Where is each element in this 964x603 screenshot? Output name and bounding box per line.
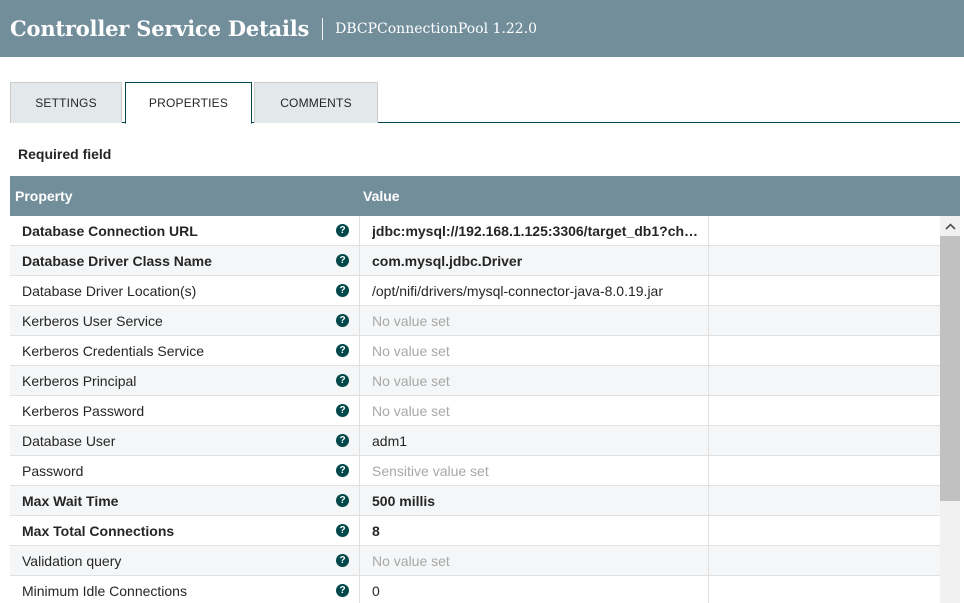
column-header-property[interactable]: Property xyxy=(15,188,73,204)
tab-comments[interactable]: COMMENTS xyxy=(254,82,378,123)
column-divider xyxy=(708,546,709,576)
property-value[interactable]: jdbc:mysql://192.168.1.125:3306/target_d… xyxy=(372,223,702,239)
property-name: Database Driver Class Name xyxy=(22,253,212,269)
property-name: Database User xyxy=(22,433,116,449)
service-type-label: DBCPConnectionPool 1.22.0 xyxy=(335,20,538,37)
property-value[interactable]: No value set xyxy=(372,313,702,329)
property-name: Minimum Idle Connections xyxy=(22,583,187,599)
column-divider xyxy=(708,366,709,396)
dialog-header: Controller Service Details DBCPConnectio… xyxy=(0,0,964,57)
properties-table: Property Value Database Connection URL? j… xyxy=(10,176,960,603)
property-value[interactable]: /opt/nifi/drivers/mysql-connector-java-8… xyxy=(372,283,702,299)
column-divider xyxy=(359,366,360,396)
property-value[interactable]: No value set xyxy=(372,343,702,359)
property-value[interactable]: 8 xyxy=(372,523,702,539)
property-name: Kerberos User Service xyxy=(22,313,163,329)
required-field-note: Required field xyxy=(18,146,112,162)
column-header-value[interactable]: Value xyxy=(363,188,400,204)
column-divider xyxy=(359,516,360,546)
table-row[interactable]: Database Driver Location(s)? /opt/nifi/dr… xyxy=(10,276,940,306)
chevron-up-icon[interactable] xyxy=(940,216,960,236)
scrollbar-thumb[interactable] xyxy=(940,236,960,501)
column-divider xyxy=(359,546,360,576)
property-value[interactable]: com.mysql.jdbc.Driver xyxy=(372,253,702,269)
column-divider xyxy=(359,306,360,336)
property-name: Password xyxy=(22,463,84,479)
column-divider xyxy=(359,486,360,516)
property-value[interactable]: No value set xyxy=(372,553,702,569)
column-divider xyxy=(708,576,709,603)
table-row[interactable]: Max Total Connections? 8 xyxy=(10,516,940,546)
property-name: Max Wait Time xyxy=(22,493,119,509)
table-row[interactable]: Minimum Idle Connections? 0 xyxy=(10,576,940,603)
question-circle-icon[interactable]: ? xyxy=(336,584,349,597)
question-circle-icon[interactable]: ? xyxy=(336,224,349,237)
question-circle-icon[interactable]: ? xyxy=(336,314,349,327)
table-row[interactable]: Database User? adm1 xyxy=(10,426,940,456)
property-value[interactable]: No value set xyxy=(372,403,702,419)
column-divider xyxy=(359,336,360,366)
dialog-title: Controller Service Details xyxy=(10,16,310,41)
property-value[interactable]: No value set xyxy=(372,373,702,389)
property-value[interactable]: adm1 xyxy=(372,433,702,449)
table-row[interactable]: Kerberos Password? No value set xyxy=(10,396,940,426)
property-name: Database Connection URL xyxy=(22,223,198,239)
question-circle-icon[interactable]: ? xyxy=(336,374,349,387)
table-body: Database Connection URL? jdbc:mysql://192… xyxy=(10,216,940,603)
question-circle-icon[interactable]: ? xyxy=(336,344,349,357)
property-name: Kerberos Principal xyxy=(22,373,137,389)
column-divider xyxy=(359,396,360,426)
question-circle-icon[interactable]: ? xyxy=(336,524,349,537)
question-circle-icon[interactable]: ? xyxy=(336,554,349,567)
column-divider xyxy=(359,276,360,306)
property-value[interactable]: 500 millis xyxy=(372,493,702,509)
property-name: Database Driver Location(s) xyxy=(22,283,197,299)
column-divider xyxy=(708,486,709,516)
table-row[interactable]: Validation query? No value set xyxy=(10,546,940,576)
column-divider xyxy=(708,276,709,306)
column-divider xyxy=(708,456,709,486)
vertical-scrollbar[interactable] xyxy=(940,216,960,603)
table-row[interactable]: Database Connection URL? jdbc:mysql://192… xyxy=(10,216,940,246)
question-circle-icon[interactable]: ? xyxy=(336,404,349,417)
question-circle-icon[interactable]: ? xyxy=(336,254,349,267)
property-value[interactable]: Sensitive value set xyxy=(372,463,702,479)
property-name: Kerberos Credentials Service xyxy=(22,343,205,359)
table-row[interactable]: Database Driver Class Name? com.mysql.jdb… xyxy=(10,246,940,276)
column-divider xyxy=(359,576,360,603)
property-name: Validation query xyxy=(22,553,122,569)
column-divider xyxy=(359,246,360,276)
column-divider xyxy=(359,426,360,456)
column-divider xyxy=(359,216,360,246)
tab-settings[interactable]: SETTINGS xyxy=(10,82,122,123)
column-divider xyxy=(708,516,709,546)
table-row[interactable]: Kerberos User Service? No value set xyxy=(10,306,940,336)
property-name: Max Total Connections xyxy=(22,523,175,539)
question-circle-icon[interactable]: ? xyxy=(336,464,349,477)
column-divider xyxy=(708,426,709,456)
table-header: Property Value xyxy=(10,176,960,216)
question-circle-icon[interactable]: ? xyxy=(336,284,349,297)
column-divider xyxy=(708,336,709,366)
column-divider xyxy=(359,456,360,486)
tab-bar: SETTINGS PROPERTIES COMMENTS xyxy=(10,82,960,124)
column-divider xyxy=(708,246,709,276)
question-circle-icon[interactable]: ? xyxy=(336,434,349,447)
column-divider xyxy=(708,216,709,246)
table-row[interactable]: Kerberos Principal? No value set xyxy=(10,366,940,396)
question-circle-icon[interactable]: ? xyxy=(336,494,349,507)
table-row[interactable]: Max Wait Time? 500 millis xyxy=(10,486,940,516)
column-divider xyxy=(708,306,709,336)
title-separator xyxy=(322,17,324,40)
column-divider xyxy=(708,396,709,426)
table-row[interactable]: Kerberos Credentials Service? No value se… xyxy=(10,336,940,366)
property-name: Kerberos Password xyxy=(22,403,145,419)
property-value[interactable]: 0 xyxy=(372,583,702,599)
table-row[interactable]: Password? Sensitive value set xyxy=(10,456,940,486)
tab-properties[interactable]: PROPERTIES xyxy=(125,82,252,124)
